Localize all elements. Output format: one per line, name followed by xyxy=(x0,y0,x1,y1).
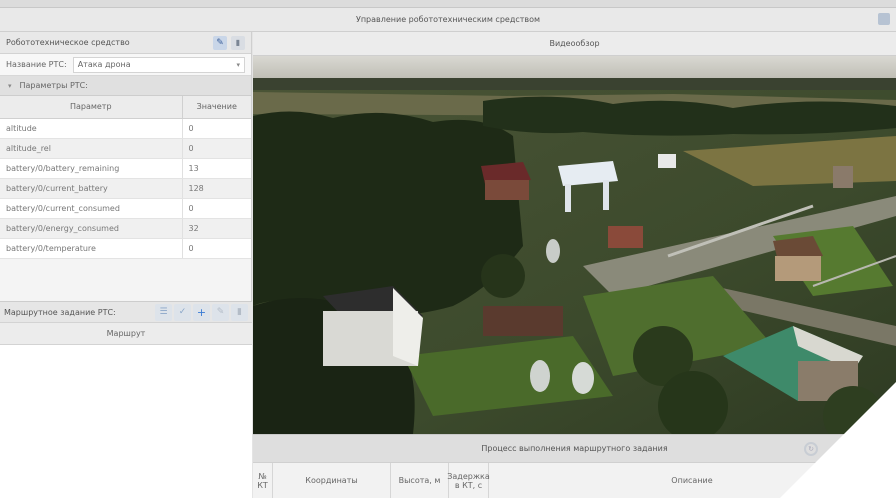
page-corner-overlay xyxy=(780,382,896,498)
params-group-title: Параметры РТС: xyxy=(19,81,88,90)
param-value: 128 xyxy=(182,178,251,199)
route-panel-header: Маршрутное задание РТС: ☰ ✓ + ✎ ▮ xyxy=(0,301,252,323)
column-header-param[interactable]: Параметр xyxy=(0,96,183,119)
table-row[interactable]: battery/0/current_consumed 0 xyxy=(0,198,251,219)
params-group-header[interactable]: ▾ Параметры РТС: xyxy=(0,76,251,96)
delete-rtc-button[interactable]: ▮ xyxy=(231,35,245,50)
column-header-delay[interactable]: Задержка в КТ, с xyxy=(447,463,490,498)
house-brown xyxy=(773,236,823,281)
window-title: Управление робототехническим средством xyxy=(355,15,541,24)
param-name: battery/0/battery_remaining xyxy=(0,158,183,179)
param-value: 0 xyxy=(182,198,251,219)
route-panel-title: Маршрутное задание РТС: xyxy=(4,307,116,317)
route-confirm-button[interactable]: ✓ xyxy=(174,303,191,321)
rtc-name-label: Название РТС: xyxy=(6,60,67,69)
params-table: Параметр Значение altitude 0 altitude_re… xyxy=(0,96,251,259)
window-titlebar: Управление робототехническим средством xyxy=(0,8,896,32)
column-header-coordinates[interactable]: Координаты xyxy=(273,463,391,498)
rtc-panel-header: Робототехническое средство ✎ ▮ xyxy=(0,32,251,54)
trash-icon: ▮ xyxy=(235,38,241,47)
route-add-button[interactable]: + xyxy=(193,303,210,321)
param-name: altitude_rel xyxy=(0,138,183,159)
route-delete-button[interactable]: ▮ xyxy=(231,303,248,321)
edit-rtc-button[interactable]: ✎ xyxy=(213,35,227,50)
table-row[interactable]: battery/0/current_battery 128 xyxy=(0,178,251,199)
plus-icon: + xyxy=(196,305,207,319)
route-list[interactable] xyxy=(0,345,252,498)
param-value: 0 xyxy=(182,138,251,159)
top-strip xyxy=(0,0,896,8)
house-red xyxy=(481,162,531,200)
route-column-header[interactable]: Маршрут xyxy=(0,323,252,345)
table-row[interactable]: altitude_rel 0 xyxy=(0,138,251,159)
param-name: battery/0/current_battery xyxy=(0,178,183,199)
chevron-down-icon: ▾ xyxy=(8,81,12,90)
rtc-panel-title: Робототехническое средство xyxy=(6,38,130,47)
param-name: battery/0/current_consumed xyxy=(0,198,183,219)
list-icon: ☰ xyxy=(159,307,168,317)
check-icon: ✓ xyxy=(178,307,187,317)
drone-video-feed xyxy=(253,56,896,434)
param-value: 0 xyxy=(182,118,251,139)
param-value: 32 xyxy=(182,218,251,239)
table-row[interactable]: altitude 0 xyxy=(0,118,251,139)
process-panel-title: Процесс выполнения маршрутного задания xyxy=(481,444,668,453)
param-name: battery/0/temperature xyxy=(0,238,183,259)
video-panel-header: Видеообзор xyxy=(253,32,896,56)
pencil-icon: ✎ xyxy=(216,307,225,317)
pencil-icon: ✎ xyxy=(216,37,224,48)
trash-icon: ▮ xyxy=(237,307,242,317)
rtc-name-select[interactable]: Атака дрона ▾ xyxy=(72,56,245,73)
column-header-value[interactable]: Значение xyxy=(182,96,251,119)
route-edit-button[interactable]: ✎ xyxy=(212,303,229,321)
table-row[interactable]: battery/0/energy_consumed 32 xyxy=(0,218,251,239)
column-header-altitude[interactable]: Высота, м xyxy=(391,463,449,498)
rtc-name-value: Атака дрона xyxy=(77,60,131,69)
table-row[interactable]: battery/0/temperature 0 xyxy=(0,238,251,259)
param-value: 13 xyxy=(182,158,251,179)
param-value: 0 xyxy=(182,238,251,259)
route-view-button[interactable]: ☰ xyxy=(155,303,172,321)
rtc-name-row: Название РТС: Атака дрона ▾ xyxy=(0,54,251,76)
window-control-button[interactable] xyxy=(878,13,890,25)
param-name: battery/0/energy_consumed xyxy=(0,218,183,239)
table-row[interactable]: battery/0/battery_remaining 13 xyxy=(0,158,251,179)
column-header-kt-number[interactable]: № КТ xyxy=(253,463,273,498)
video-panel-title: Видеообзор xyxy=(549,39,600,48)
aerial-video-frame xyxy=(253,56,896,434)
param-name: altitude xyxy=(0,118,183,139)
chevron-down-icon: ▾ xyxy=(236,60,240,69)
